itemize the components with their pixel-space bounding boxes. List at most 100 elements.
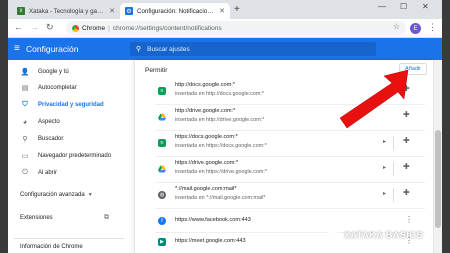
page-title: Configuración bbox=[26, 44, 79, 54]
red-arrow-icon bbox=[339, 69, 409, 129]
avatar[interactable]: E bbox=[410, 23, 421, 34]
sidebar-advanced-toggle[interactable]: Configuración avanzada ▼ bbox=[20, 192, 93, 198]
close-icon[interactable]: ✕ bbox=[219, 7, 225, 15]
hamburger-menu-icon[interactable]: ≡ bbox=[14, 43, 20, 54]
settings-header: ≡ Configuración ⚲ Buscar ajustes bbox=[8, 38, 442, 60]
sidebar-item-label: Al abrir bbox=[38, 170, 58, 176]
sidebar-item-label: Buscador bbox=[38, 136, 64, 142]
back-icon[interactable]: ← bbox=[14, 22, 23, 32]
sidebar-divider bbox=[14, 238, 124, 239]
tab-title: Configuración: Notificaciones bbox=[137, 7, 216, 15]
row-divider bbox=[155, 182, 425, 183]
person-icon: 👤 bbox=[20, 69, 30, 76]
puzzle-extension-icon[interactable]: ✚ bbox=[403, 162, 410, 171]
site-pattern: http://docs.google.com:* bbox=[175, 82, 236, 88]
sidebar-about-label: Información de Chrome bbox=[20, 244, 83, 250]
sidebar-extensions-link[interactable]: Extensiones bbox=[20, 215, 53, 221]
omnibox-separator: | bbox=[108, 24, 110, 32]
sidebar-item-privacy[interactable]: ⛉ Privacidad y seguridad bbox=[20, 99, 104, 111]
site-embedded: insertada en *://mail.google.com:mail* bbox=[175, 195, 266, 201]
sidebar-item-label: Aspecto bbox=[38, 119, 60, 125]
browser-toolbar: ← → ↻ Chrome | chrome://settings/content… bbox=[8, 19, 442, 38]
tab-settings[interactable]: ⚙ Configuración: Notificaciones ✕ bbox=[120, 3, 230, 19]
site-pattern: https://docs.google.com:* bbox=[175, 134, 238, 140]
sidebar-item-label: Autocompletar bbox=[38, 85, 77, 91]
row-divider bbox=[155, 208, 425, 209]
gear-icon: ⚙ bbox=[125, 7, 133, 15]
power-icon: ⏻ bbox=[22, 169, 28, 176]
forward-icon[interactable]: → bbox=[30, 22, 39, 32]
row-separator bbox=[393, 188, 394, 202]
shield-icon: ⛉ bbox=[22, 101, 28, 108]
site-embedded: insertada en https://docs.google.com:* bbox=[175, 143, 267, 149]
puzzle-extension-icon[interactable]: ✚ bbox=[403, 136, 410, 145]
site-pattern: https://www.facebook.com:443 bbox=[175, 217, 251, 223]
docs-icon: ≡ bbox=[158, 139, 166, 147]
chevron-right-icon[interactable]: ▸ bbox=[383, 190, 386, 197]
maximize-icon[interactable]: ☐ bbox=[400, 2, 407, 11]
browser-menu-icon[interactable]: ⋮ bbox=[428, 22, 437, 33]
sidebar-item-google[interactable]: 👤 Google y tú bbox=[20, 66, 69, 78]
puzzle-extension-icon[interactable]: ✚ bbox=[403, 188, 410, 197]
sidebar-about-link[interactable]: Información de Chrome bbox=[20, 244, 83, 250]
browser-icon: ▭ bbox=[21, 153, 29, 160]
site-pattern: *://mail.google.com:mail* bbox=[175, 186, 237, 192]
xataka-basics-watermark: XATAKA BASICS bbox=[326, 230, 423, 240]
settings-sidebar: 👤 Google y tú ▤ Autocompletar ⛉ Privacid… bbox=[8, 60, 130, 253]
sidebar-item-autofill[interactable]: ▤ Autocompletar bbox=[20, 82, 77, 94]
globe-icon: ◍ bbox=[158, 191, 166, 199]
site-row[interactable]: https://drive.google.com:* insertada en … bbox=[135, 158, 433, 180]
drive-icon bbox=[158, 165, 166, 173]
xataka-logo-icon bbox=[326, 230, 340, 240]
tab-xataka[interactable]: x Xataka - Tecnología y gadgets, ... ✕ bbox=[12, 3, 120, 19]
close-icon[interactable]: ✕ bbox=[109, 7, 115, 15]
palette-icon: ◕ bbox=[22, 118, 28, 126]
sidebar-extensions-label: Extensiones bbox=[20, 215, 53, 221]
site-pattern: http://drive.google.com:* bbox=[175, 108, 236, 114]
browser-window: x Xataka - Tecnología y gadgets, ... ✕ ⚙… bbox=[8, 0, 442, 253]
tab-strip: x Xataka - Tecnología y gadgets, ... ✕ ⚙… bbox=[8, 0, 442, 19]
sidebar-item-label: Google y tú bbox=[38, 69, 69, 75]
row-separator bbox=[393, 162, 394, 176]
address-bar[interactable]: Chrome | chrome://settings/content/notif… bbox=[66, 21, 406, 35]
sidebar-advanced-label: Configuración avanzada bbox=[20, 192, 85, 198]
sidebar-item-label: Navegador predeterminado bbox=[38, 153, 112, 159]
clipboard-icon: ▤ bbox=[21, 85, 29, 92]
drive-icon bbox=[158, 113, 166, 121]
chevron-right-icon[interactable]: ▸ bbox=[383, 164, 386, 171]
bookmark-star-icon[interactable]: ☆ bbox=[393, 22, 400, 31]
close-window-icon[interactable]: ✕ bbox=[422, 2, 429, 11]
sidebar-item-label: Privacidad y seguridad bbox=[38, 102, 104, 108]
chrome-logo-icon bbox=[72, 24, 79, 32]
watermark-text: XATAKA BASICS bbox=[344, 230, 423, 240]
xataka-favicon: x bbox=[17, 7, 25, 15]
settings-search-input[interactable]: ⚲ Buscar ajustes bbox=[130, 42, 376, 56]
row-divider bbox=[155, 156, 425, 157]
scrollbar-thumb[interactable] bbox=[435, 130, 441, 228]
chevron-down-icon: ▼ bbox=[87, 192, 93, 198]
reload-icon[interactable]: ↻ bbox=[46, 22, 54, 33]
site-row[interactable]: ≡ https://docs.google.com:* insertada en… bbox=[135, 132, 433, 154]
site-row[interactable]: f https://www.facebook.com:443 ⋮ bbox=[135, 210, 433, 232]
new-tab-button[interactable]: + bbox=[234, 4, 240, 15]
minimize-icon[interactable]: — bbox=[378, 2, 386, 11]
site-embedded: insertada en http://docs.google.com:* bbox=[175, 91, 265, 97]
sidebar-item-on-startup[interactable]: ⏻ Al abrir bbox=[20, 167, 57, 179]
docs-icon: ≡ bbox=[158, 87, 166, 95]
search-placeholder: Buscar ajustes bbox=[147, 45, 190, 53]
row-separator bbox=[393, 136, 394, 150]
site-pattern: https://drive.google.com:* bbox=[175, 160, 239, 166]
omnibox-url: chrome://settings/content/notifications bbox=[112, 24, 222, 32]
site-embedded: insertada en http://drive.google.com:* bbox=[175, 117, 265, 123]
site-row[interactable]: ◍ *://mail.google.com:mail* insertada en… bbox=[135, 184, 433, 206]
search-icon: ⚲ bbox=[22, 136, 28, 143]
sidebar-item-appearance[interactable]: ◕ Aspecto bbox=[20, 116, 60, 128]
sidebar-item-default-browser[interactable]: ▭ Navegador predeterminado bbox=[20, 150, 111, 162]
search-icon: ⚲ bbox=[136, 46, 142, 53]
allow-section-heading: Permitir bbox=[145, 67, 168, 74]
site-embedded: insertada en https://drive.google.com:* bbox=[175, 169, 267, 175]
chevron-right-icon[interactable]: ▸ bbox=[383, 138, 386, 145]
sidebar-item-search-engine[interactable]: ⚲ Buscador bbox=[20, 133, 63, 145]
site-pattern: https://meet.google.com:443 bbox=[175, 238, 246, 244]
more-options-icon[interactable]: ⋮ bbox=[405, 215, 413, 224]
